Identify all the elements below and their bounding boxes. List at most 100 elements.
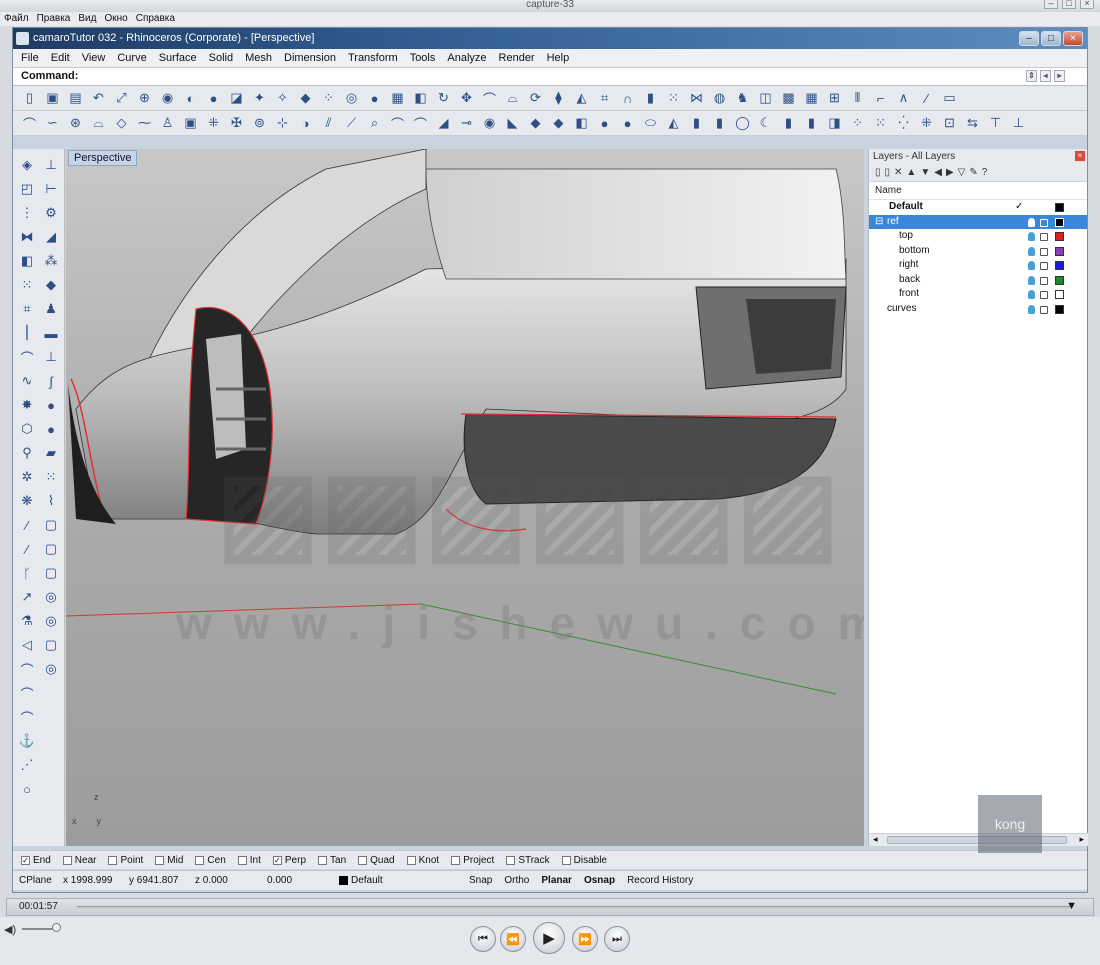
edge-srf-icon[interactable]: ◣	[502, 113, 523, 133]
menu-solid[interactable]: Solid	[203, 49, 239, 67]
visible-bulb-icon[interactable]	[1028, 246, 1035, 256]
menu-transform[interactable]: Transform	[342, 49, 404, 67]
capture-menu-edit[interactable]: Правка	[37, 12, 71, 26]
display-mode-icon[interactable]: ◐	[180, 88, 201, 108]
osnap-cen[interactable]: Cen	[195, 855, 226, 866]
surface-plane-icon[interactable]: ◆	[525, 113, 546, 133]
sphere-2-icon[interactable]: ●	[39, 393, 63, 417]
help-icon[interactable]: ?	[982, 167, 988, 178]
chart-icon[interactable]: ◢	[39, 225, 63, 249]
points-on-icon[interactable]: ⁘	[847, 113, 868, 133]
cylinder-solid-icon[interactable]: ▮	[686, 113, 707, 133]
edit-points-icon[interactable]: ⁜	[916, 113, 937, 133]
box-surface-icon[interactable]: ◆	[295, 88, 316, 108]
menu-view[interactable]: View	[76, 49, 112, 67]
figure-2-icon[interactable]: ♟	[39, 297, 63, 321]
lock-icon[interactable]	[1040, 233, 1048, 241]
visible-bulb-icon[interactable]	[1028, 275, 1035, 285]
lock-icon[interactable]	[1040, 247, 1048, 256]
cone-icon[interactable]: ◭	[663, 113, 684, 133]
osnap-tan[interactable]: Tan	[318, 855, 346, 866]
arrow-icon[interactable]: ⇆	[962, 113, 983, 133]
layer-row-curves[interactable]: curves	[869, 302, 1087, 317]
fillet-icon[interactable]: ⌓	[88, 113, 109, 133]
checkbox[interactable]	[451, 855, 461, 865]
zoom-window-icon[interactable]: ⊕	[134, 88, 155, 108]
solid-2-icon[interactable]: ▮	[801, 113, 822, 133]
sphere-solid-icon[interactable]: ●	[617, 113, 638, 133]
ruler-icon[interactable]: ▬	[39, 321, 63, 345]
polyline-icon[interactable]: ⋮	[15, 201, 39, 225]
visible-bulb-icon[interactable]	[1028, 261, 1035, 270]
checkbox[interactable]	[406, 855, 416, 865]
dim-icon[interactable]: ⊞	[824, 88, 845, 108]
menu-render[interactable]: Render	[493, 49, 541, 67]
checkbox-checked[interactable]: ✓	[272, 855, 282, 865]
curve-7-icon[interactable]: ⌇	[39, 489, 63, 513]
move-up-icon[interactable]: ▲	[906, 167, 916, 178]
move-out-icon[interactable]: ◀	[934, 167, 942, 178]
menu-help[interactable]: Help	[541, 49, 576, 67]
save-icon[interactable]: ▣	[42, 88, 63, 108]
layer-row-back[interactable]: back	[869, 273, 1087, 288]
arc-sweep-icon[interactable]: ⌒	[387, 113, 408, 133]
perspective-viewport[interactable]: www.jishewu.com ▨▨▨▨▨▨ Perspective z x y	[66, 149, 864, 846]
status-layer[interactable]: Default	[333, 875, 463, 886]
spiral-icon[interactable]: ◎	[341, 88, 362, 108]
transform-icon[interactable]: ✠	[226, 113, 247, 133]
tube-icon[interactable]: ▮	[709, 113, 730, 133]
tree-icon[interactable]: ⚲	[15, 441, 39, 465]
dimension-left-icon[interactable]: ⊥	[39, 153, 63, 177]
layer-color-swatch[interactable]	[1055, 203, 1064, 212]
seek-track[interactable]	[77, 906, 1072, 909]
seek-end-marker-icon[interactable]: ▼	[1066, 900, 1077, 912]
visible-bulb-icon[interactable]	[1028, 217, 1035, 227]
minimize-icon[interactable]: –	[1044, 0, 1058, 9]
curve-5-icon[interactable]: ⌒	[15, 705, 39, 729]
rewind-button[interactable]: ⏪	[500, 926, 526, 952]
grid-mesh-icon[interactable]: ⁂	[39, 249, 63, 273]
mesh-icon[interactable]: ▩	[778, 88, 799, 108]
fast-forward-button[interactable]: ⏩	[572, 926, 598, 952]
layer-row-right[interactable]: right	[869, 258, 1087, 273]
network-grid-icon[interactable]: ⌗	[15, 297, 39, 321]
layer-row-default[interactable]: Default ✓	[869, 200, 1087, 215]
osnap-near[interactable]: Near	[62, 855, 96, 866]
surface-from-curves-icon[interactable]: ◇	[111, 113, 132, 133]
status-osnap[interactable]: Osnap	[578, 875, 621, 886]
move-icon[interactable]: ✥	[456, 88, 477, 108]
command-next-icon[interactable]: ▸	[1054, 70, 1065, 82]
patch-icon[interactable]: ◭	[571, 88, 592, 108]
menu-edit[interactable]: Edit	[45, 49, 76, 67]
figure-icon[interactable]: ♙	[157, 113, 178, 133]
osnap-perp[interactable]: ✓ Perp	[272, 855, 306, 866]
capture-menu-window[interactable]: Окно	[104, 12, 127, 26]
visible-bulb-icon[interactable]	[1028, 304, 1035, 314]
circle-2-icon[interactable]: ◎	[39, 585, 63, 609]
blend-curve-icon[interactable]: ⎮	[15, 321, 39, 345]
highlight-icon[interactable]: ✸	[15, 393, 39, 417]
menu-dimension[interactable]: Dimension	[278, 49, 342, 67]
arc-icon[interactable]: ⌒	[19, 113, 40, 133]
loft-icon[interactable]: ⧫	[548, 88, 569, 108]
zoom-extents-icon[interactable]: ⤢	[111, 88, 132, 108]
layer-color-swatch[interactable]	[1055, 217, 1064, 227]
layer-row-ref[interactable]: ⊟ ref	[869, 214, 1087, 229]
rhino-minimize-icon[interactable]: –	[1019, 31, 1039, 46]
walk-icon[interactable]: ♞	[732, 88, 753, 108]
extract-icon[interactable]: ◫	[755, 88, 776, 108]
offset-icon[interactable]: ⫽	[318, 113, 339, 133]
layer-color-swatch[interactable]	[1055, 275, 1064, 285]
visible-bulb-icon[interactable]	[1028, 290, 1035, 299]
control-points-icon[interactable]: ⁜	[203, 113, 224, 133]
select-icon[interactable]: ◈	[15, 153, 39, 177]
grid-points-icon[interactable]: ⁘	[318, 88, 339, 108]
rectangle-icon[interactable]: ◧	[15, 249, 39, 273]
checkbox[interactable]	[237, 855, 247, 865]
branch-icon[interactable]: ᚴ	[15, 561, 39, 585]
curve-draw-icon[interactable]: ∕	[916, 88, 937, 108]
lock-icon[interactable]	[1040, 262, 1048, 270]
osnap-knot[interactable]: Knot	[406, 855, 439, 866]
point-select-icon[interactable]: ◰	[15, 177, 39, 201]
mirror-icon[interactable]: ⧓	[15, 225, 39, 249]
